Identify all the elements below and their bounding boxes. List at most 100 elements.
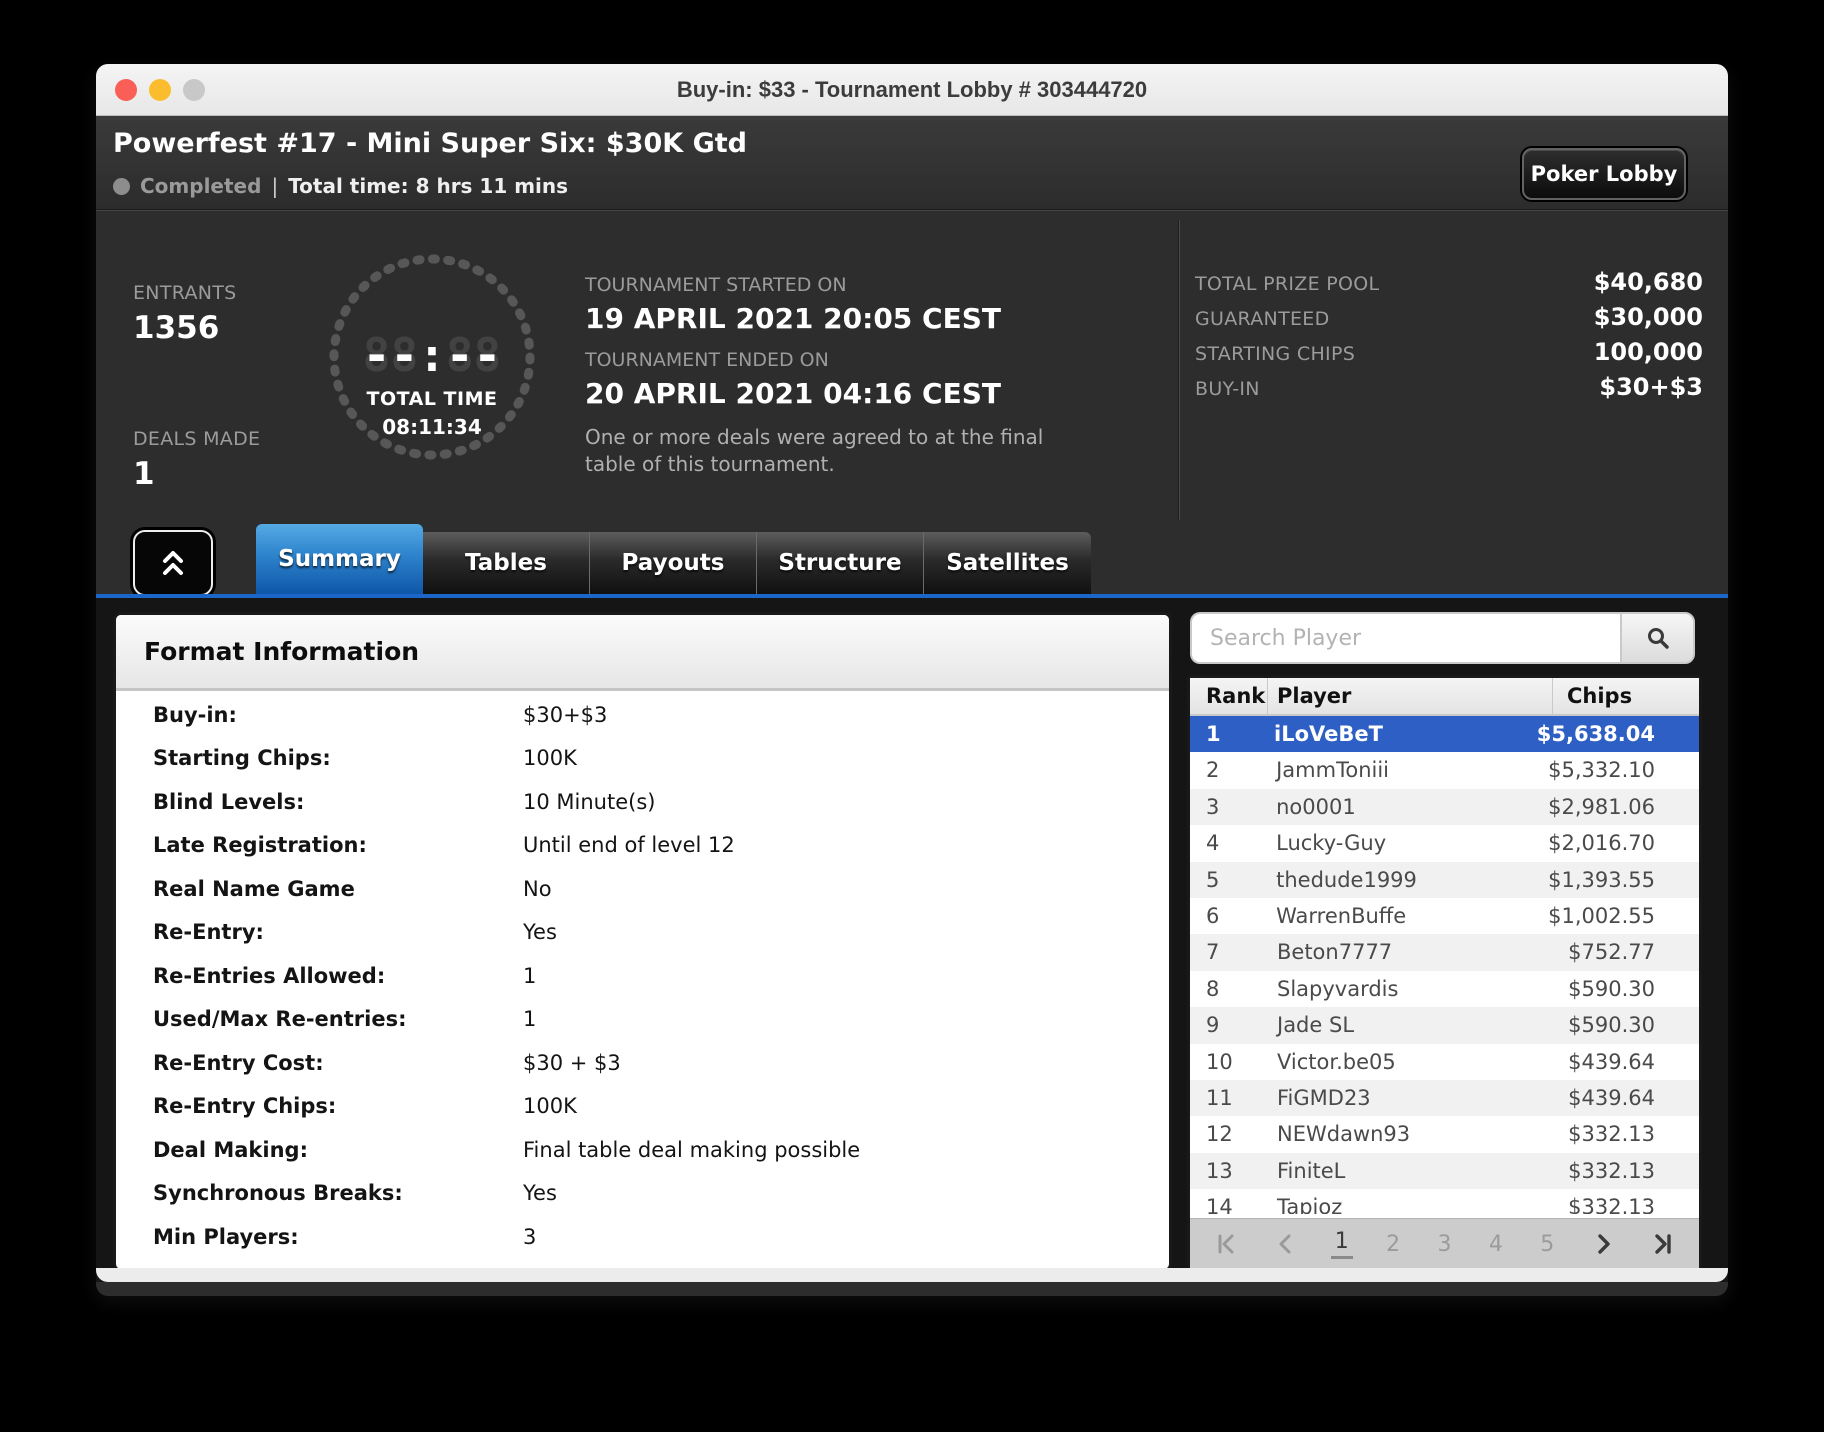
format-row: Blind Levels: 10 Minute(s): [116, 780, 1169, 824]
deal-note: One or more deals were agreed to at the …: [585, 424, 1043, 478]
tournament-name: Powerfest #17 - Mini Super Six: $30K Gtd: [113, 128, 747, 159]
next-page-icon: [1591, 1232, 1615, 1256]
format-rows: Buy-in: $30+$3 Starting Chips: 100K Blin…: [116, 691, 1169, 1259]
format-panel-header: Format Information: [116, 615, 1169, 691]
window-bottom-edge: [96, 1268, 1728, 1282]
player-row[interactable]: 14 Tapioz $332.13: [1190, 1189, 1699, 1214]
screen: Buy-in: $33 - Tournament Lobby # 3034447…: [0, 0, 1824, 1432]
format-row: Deal Making: Final table deal making pos…: [116, 1128, 1169, 1172]
vertical-divider: [1179, 220, 1180, 520]
search-icon: [1645, 625, 1671, 651]
format-row: Real Name Game No: [116, 867, 1169, 911]
tournament-lobby-window: Buy-in: $33 - Tournament Lobby # 3034447…: [96, 64, 1728, 1296]
chips-column-header[interactable]: Chips: [1553, 678, 1699, 714]
prize-row: STARTING CHIPS 100,000: [1195, 338, 1703, 373]
search-button[interactable]: [1620, 612, 1695, 664]
tab-payouts[interactable]: Payouts: [590, 532, 757, 594]
rank-column-header[interactable]: Rank: [1190, 678, 1268, 714]
format-row: Re-Entries Allowed: 1: [116, 954, 1169, 998]
total-prize-pool-label: TOTAL PRIZE POOL: [1195, 273, 1379, 295]
format-panel-title: Format Information: [144, 637, 419, 666]
player-row[interactable]: 9 Jade SL $590.30: [1190, 1007, 1699, 1043]
first-page-icon: [1215, 1232, 1239, 1256]
tournament-header: Powerfest #17 - Mini Super Six: $30K Gtd…: [96, 116, 1728, 210]
page-5-button[interactable]: 5: [1536, 1232, 1558, 1257]
guaranteed-label: GUARANTEED: [1195, 308, 1330, 330]
players-table-header: Rank Player Chips: [1190, 678, 1699, 716]
format-row: Re-Entry: Yes: [116, 911, 1169, 955]
page-4-button[interactable]: 4: [1485, 1232, 1507, 1257]
page-2-button[interactable]: 2: [1382, 1232, 1404, 1257]
total-prize-pool-value: $40,680: [1594, 268, 1703, 296]
player-row[interactable]: 10 Victor.be05 $439.64: [1190, 1044, 1699, 1080]
format-information-panel: Format Information Buy-in: $30+$3 Starti…: [113, 612, 1172, 1272]
deals-made-label: DEALS MADE: [133, 428, 260, 450]
deal-note-line1: One or more deals were agreed to at the …: [585, 424, 1043, 451]
format-row: Buy-in: $30+$3: [116, 693, 1169, 737]
player-column-header[interactable]: Player: [1268, 678, 1553, 714]
player-row[interactable]: 1 iLoVeBeT $5,638.04: [1190, 716, 1699, 752]
entrants-label: ENTRANTS: [133, 282, 237, 304]
guaranteed-value: $30,000: [1594, 303, 1703, 331]
clock-lit-segments: --:--: [327, 328, 537, 382]
players-table: Rank Player Chips 1 iLoVeBeT $5,638.04 2…: [1187, 675, 1702, 1272]
prize-row: GUARANTEED $30,000: [1195, 303, 1703, 338]
format-row: Starting Chips: 100K: [116, 737, 1169, 781]
status-separator: |: [271, 174, 278, 198]
player-row[interactable]: 12 NEWdawn93 $332.13: [1190, 1116, 1699, 1152]
poker-lobby-button[interactable]: Poker Lobby: [1522, 148, 1686, 200]
content-area: Format Information Buy-in: $30+$3 Starti…: [96, 598, 1728, 1282]
ended-on-value: 20 APRIL 2021 04:16 CEST: [585, 377, 1043, 410]
previous-page-icon: [1274, 1232, 1298, 1256]
tab-tables[interactable]: Tables: [423, 532, 590, 594]
page-1-button[interactable]: 1: [1331, 1229, 1353, 1259]
titlebar: Buy-in: $33 - Tournament Lobby # 3034447…: [96, 64, 1728, 116]
status-text: Completed: [140, 174, 261, 198]
status-line: Completed | Total time: 8 hrs 11 mins: [113, 174, 568, 198]
search-row: [1190, 612, 1695, 664]
clock-total-time-value: 08:11:34: [327, 415, 537, 439]
player-row[interactable]: 6 WarrenBuffe $1,002.55: [1190, 898, 1699, 934]
started-on-label: TOURNAMENT STARTED ON: [585, 274, 1043, 296]
player-row[interactable]: 11 FiGMD23 $439.64: [1190, 1080, 1699, 1116]
player-row[interactable]: 2 JammToniii $5,332.10: [1190, 752, 1699, 788]
tab-summary[interactable]: Summary: [256, 524, 423, 594]
player-row[interactable]: 3 no0001 $2,981.06: [1190, 789, 1699, 825]
clock-digital-display: 88:88 --:--: [327, 328, 537, 384]
search-player-input[interactable]: [1190, 612, 1620, 664]
entrants-value: 1356: [133, 310, 237, 346]
last-page-icon: [1650, 1232, 1674, 1256]
previous-page-button[interactable]: [1271, 1229, 1301, 1259]
deal-note-line2: table of this tournament.: [585, 451, 1043, 478]
double-chevron-up-icon: [156, 547, 190, 579]
tournament-times: TOURNAMENT STARTED ON 19 APRIL 2021 20:0…: [585, 274, 1043, 478]
ended-on-label: TOURNAMENT ENDED ON: [585, 349, 1043, 371]
buy-in-value: $30+$3: [1599, 373, 1703, 401]
player-row[interactable]: 8 Slapyvardis $590.30: [1190, 971, 1699, 1007]
prize-pool-summary: TOTAL PRIZE POOL $40,680 GUARANTEED $30,…: [1195, 268, 1703, 408]
window-title: Buy-in: $33 - Tournament Lobby # 3034447…: [96, 64, 1728, 116]
prize-row: BUY-IN $30+$3: [1195, 373, 1703, 408]
player-row[interactable]: 5 thedude1999 $1,393.55: [1190, 862, 1699, 898]
player-row[interactable]: 4 Lucky-Guy $2,016.70: [1190, 825, 1699, 861]
tabs: Summary Tables Payouts Structure Satelli…: [256, 524, 1091, 594]
tab-satellites[interactable]: Satellites: [924, 532, 1091, 594]
format-row: Min Players: 3: [116, 1215, 1169, 1259]
last-page-button[interactable]: [1647, 1229, 1677, 1259]
collapse-panel-button[interactable]: [133, 530, 213, 596]
tab-structure[interactable]: Structure: [757, 532, 924, 594]
page-3-button[interactable]: 3: [1434, 1232, 1456, 1257]
info-band: ENTRANTS 1356 DEALS MADE 1 88:88 --:-- T…: [96, 210, 1728, 530]
format-row: Used/Max Re-entries: 1: [116, 998, 1169, 1042]
pagination-bar: 1 2 3 4 5: [1190, 1218, 1699, 1269]
entrants-block: ENTRANTS 1356: [133, 282, 237, 346]
deals-made-value: 1: [133, 456, 260, 492]
buy-in-label: BUY-IN: [1195, 378, 1260, 400]
player-row[interactable]: 7 Beton7777 $752.77: [1190, 934, 1699, 970]
total-time-clock: 88:88 --:-- TOTAL TIME 08:11:34: [327, 252, 537, 462]
format-row: Late Registration: Until end of level 12: [116, 824, 1169, 868]
status-dot-icon: [113, 178, 130, 195]
first-page-button[interactable]: [1212, 1229, 1242, 1259]
next-page-button[interactable]: [1588, 1229, 1618, 1259]
player-row[interactable]: 13 FiniteL $332.13: [1190, 1153, 1699, 1189]
